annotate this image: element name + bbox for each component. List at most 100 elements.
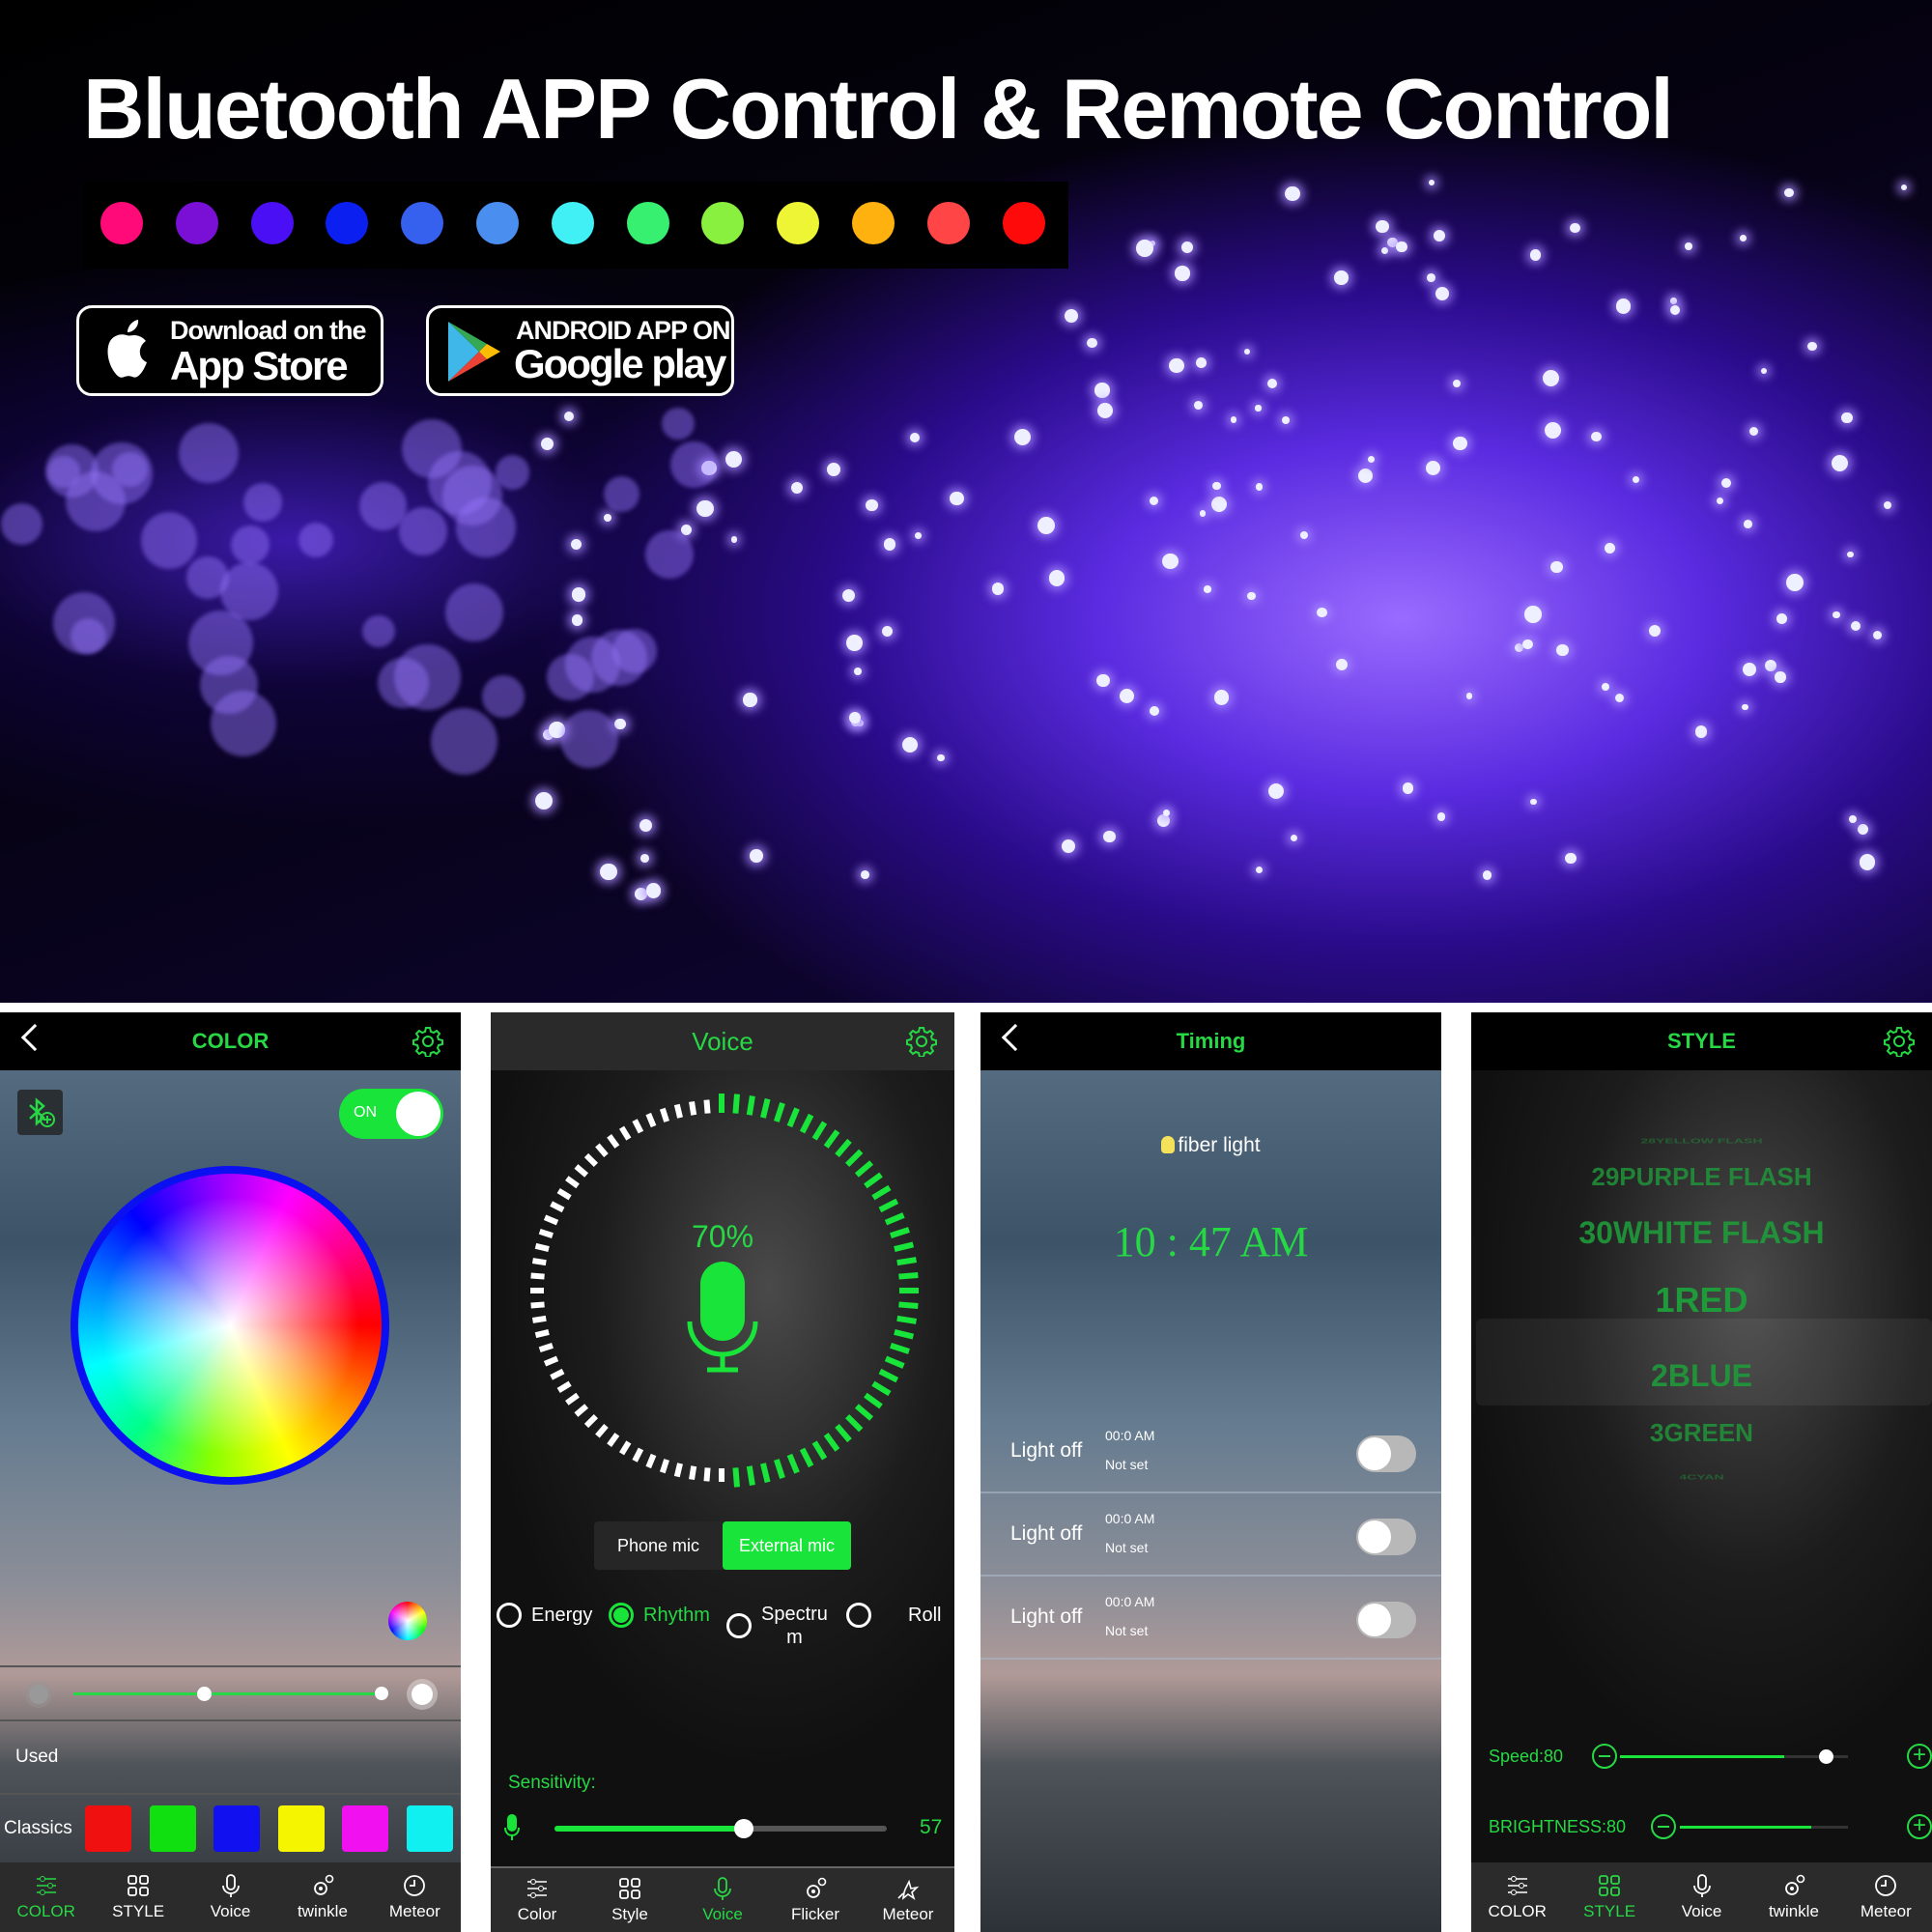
gear-icon[interactable]	[1884, 1026, 1915, 1057]
fiber-tip	[750, 849, 763, 863]
style-item[interactable]: 1RED	[1471, 1280, 1932, 1321]
nav-meteor[interactable]: Meteor	[369, 1862, 461, 1932]
brightness-slider-thumb[interactable]	[197, 1687, 212, 1701]
fiber-tip	[1402, 782, 1414, 794]
bokeh-dot	[482, 675, 526, 719]
gear-icon[interactable]	[412, 1026, 443, 1057]
color-palette-icon[interactable]	[388, 1602, 427, 1640]
classic-color-swatch[interactable]	[213, 1805, 260, 1852]
nav-color[interactable]: Color	[491, 1868, 583, 1932]
phone-mic-button[interactable]: Phone mic	[594, 1521, 723, 1570]
nav-voice[interactable]: Voice	[1656, 1862, 1747, 1932]
fiber-tip	[571, 587, 586, 602]
nav-style[interactable]: Style	[583, 1868, 676, 1932]
fiber-tip	[1255, 866, 1263, 873]
fiber-tip	[1615, 693, 1625, 703]
nav-style[interactable]: STYLE	[92, 1862, 184, 1932]
fiber-tip	[640, 853, 649, 863]
nav-style[interactable]: STYLE	[1563, 1862, 1655, 1932]
classic-color-swatch[interactable]	[149, 1805, 196, 1852]
speed-slider[interactable]	[1620, 1749, 1848, 1764]
classic-color-swatch[interactable]	[85, 1805, 131, 1852]
nav-color[interactable]: COLOR	[0, 1862, 92, 1932]
fiber-tip	[1749, 426, 1759, 436]
nav-meteor[interactable]: Meteor	[862, 1868, 954, 1932]
ring-tick	[774, 1459, 785, 1479]
fiber-tip	[1482, 870, 1492, 881]
brightness-decrease-button[interactable]	[1651, 1814, 1676, 1839]
nav-twinkle[interactable]: twinkle	[1747, 1862, 1839, 1932]
fiber-tip	[1317, 607, 1327, 617]
style-item[interactable]: 3GREEN	[1471, 1418, 1932, 1448]
classic-color-swatch[interactable]	[277, 1805, 325, 1852]
classic-color-swatch[interactable]	[342, 1805, 388, 1852]
brightness-slider-thumb[interactable]	[375, 1687, 389, 1700]
fiber-tip	[1267, 379, 1278, 389]
lightbulb-icon	[1161, 1136, 1176, 1153]
style-item[interactable]: 29PURPLE FLASH	[1471, 1162, 1932, 1192]
google-play-badge[interactable]: ANDROID APP ON Google play	[426, 305, 734, 396]
fiber-tip	[1334, 270, 1349, 285]
bokeh-dot	[358, 482, 408, 530]
fiber-tip	[1716, 497, 1723, 505]
radio-button[interactable]	[846, 1603, 871, 1628]
classics-label: Classics	[4, 1818, 72, 1838]
color-dot	[777, 202, 820, 244]
color-wheel[interactable]	[71, 1166, 389, 1485]
fiber-tip	[1204, 585, 1211, 593]
grid-icon	[128, 1875, 150, 1896]
ring-tick	[583, 1152, 599, 1168]
radio-button[interactable]	[497, 1603, 522, 1628]
style-item[interactable]: 4CYAN	[1471, 1473, 1932, 1481]
timer-toggle[interactable]	[1356, 1435, 1416, 1472]
nav-twinkle[interactable]: twinkle	[276, 1862, 368, 1932]
timer-toggle[interactable]	[1356, 1602, 1416, 1638]
fiber-tip	[1335, 659, 1348, 671]
bluetooth-add-button[interactable]	[17, 1090, 63, 1135]
mode-radio-energy[interactable]: Energy	[497, 1603, 592, 1628]
style-item[interactable]: 30WHITE FLASH	[1471, 1215, 1932, 1251]
power-toggle[interactable]: ON	[339, 1089, 443, 1139]
brightness-slider[interactable]	[1680, 1826, 1848, 1829]
app-store-badge[interactable]: Download on the App Store	[76, 305, 384, 396]
mode-radio-rhythm[interactable]: Rhythm	[609, 1603, 710, 1628]
radio-button[interactable]	[609, 1603, 634, 1628]
nav-voice[interactable]: Voice	[676, 1868, 769, 1932]
sensitivity-slider[interactable]	[554, 1826, 887, 1832]
fiber-tip	[1615, 298, 1632, 314]
mode-radio-spectrum[interactable]: Spectru m	[726, 1603, 828, 1649]
bokeh-dot	[546, 653, 594, 701]
nav-meteor[interactable]: Meteor	[1840, 1862, 1932, 1932]
speed-increase-button[interactable]: +	[1907, 1744, 1932, 1769]
ring-tick	[574, 1164, 589, 1178]
brightness-slider[interactable]	[73, 1687, 388, 1701]
sensitivity-slider-thumb[interactable]	[734, 1819, 754, 1838]
radio-button[interactable]	[726, 1613, 752, 1638]
bokeh-dot	[298, 523, 333, 557]
fiber-tip	[901, 736, 919, 753]
speed-slider-thumb[interactable]	[1819, 1749, 1833, 1764]
nav-flicker[interactable]: Flicker	[769, 1868, 862, 1932]
brightness-increase-button[interactable]: +	[1907, 1814, 1932, 1839]
timer-status: Not set	[1105, 1623, 1149, 1638]
gear-icon[interactable]	[906, 1026, 937, 1057]
external-mic-button[interactable]: External mic	[723, 1521, 851, 1570]
nav-color[interactable]: COLOR	[1471, 1862, 1563, 1932]
mode-radio-roll[interactable]: Roll	[846, 1603, 941, 1628]
style-item[interactable]: 28YELLOW FLASH	[1471, 1137, 1932, 1145]
classic-color-swatch[interactable]	[406, 1805, 453, 1852]
fiber-tip	[1453, 380, 1462, 388]
timer-status: Not set	[1105, 1540, 1149, 1555]
bright-icon	[412, 1684, 433, 1705]
style-item[interactable]: 2BLUE	[1471, 1358, 1932, 1394]
ring-tick	[618, 1125, 632, 1141]
fiber-tip	[600, 863, 617, 881]
fiber-tip	[1744, 519, 1753, 528]
timer-row: Light off 00:0 AM Not set	[980, 1410, 1441, 1493]
timer-toggle[interactable]	[1356, 1519, 1416, 1555]
timing-screen: Timing fiber light 10 : 47 AM Light off 0…	[980, 1012, 1441, 1932]
nav-voice[interactable]: Voice	[185, 1862, 276, 1932]
speed-decrease-button[interactable]	[1592, 1744, 1617, 1769]
ring-tick	[595, 1423, 609, 1438]
fiber-tip	[1850, 620, 1861, 631]
